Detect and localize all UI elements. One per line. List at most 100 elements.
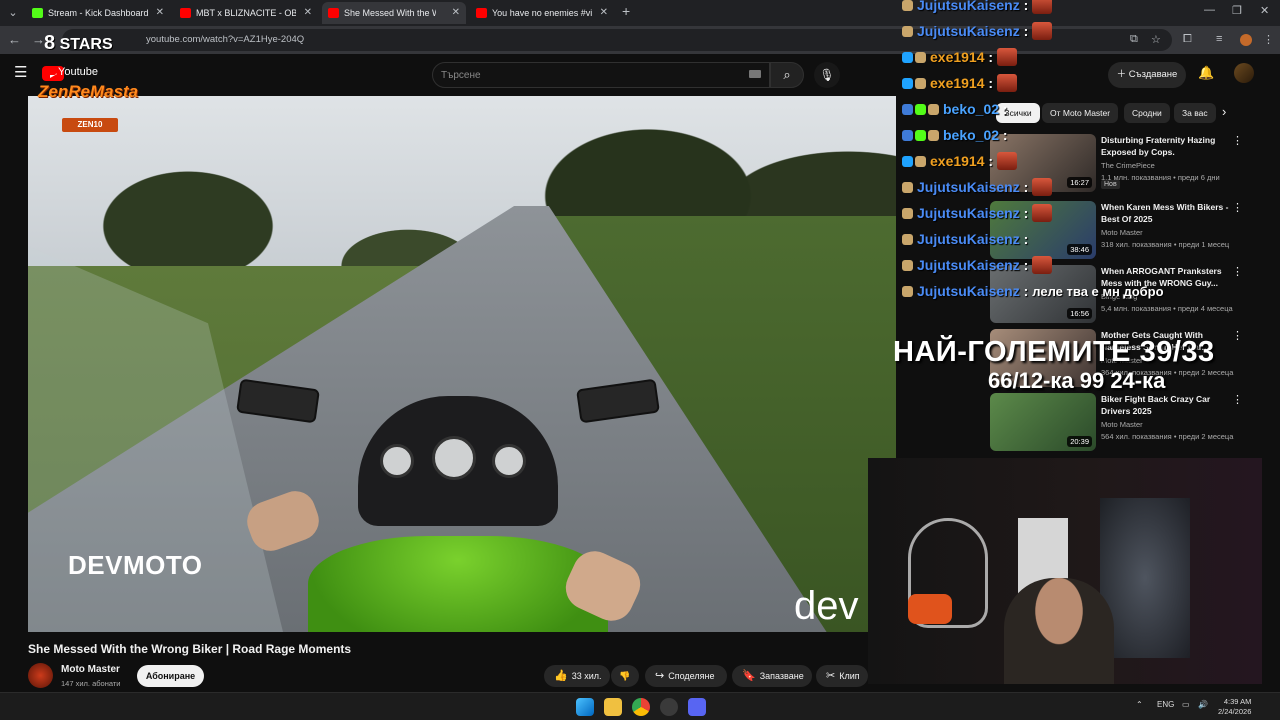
video-watermark: DEVMOTO (68, 550, 203, 580)
back-icon[interactable]: ← (8, 32, 21, 47)
share-icon: ↪ (655, 670, 665, 682)
minimize-icon[interactable]: — (1204, 4, 1215, 16)
language-indicator[interactable]: ENG (1157, 700, 1174, 709)
start-windows-icon[interactable] (576, 698, 594, 716)
channel-avatar[interactable] (28, 663, 53, 688)
browser-menu-icon[interactable]: ⋮ (1263, 33, 1274, 46)
chat-message: JujutsuKaisenz : (902, 200, 1182, 226)
chat-message: exe1914 : (902, 70, 1182, 96)
thumbs-up-icon: 👍 (554, 670, 568, 682)
chat-emote-icon (1032, 256, 1053, 274)
chat-message: beko_02 : (902, 96, 1182, 122)
keyboard-icon[interactable] (749, 70, 761, 78)
chat-separator: : (1019, 0, 1029, 13)
account-avatar[interactable] (1234, 63, 1254, 83)
media-icon[interactable]: ≡ (1216, 33, 1222, 45)
hamburger-menu-icon[interactable]: ☰ (14, 63, 27, 81)
like-button[interactable]: 👍 33 хил. (544, 665, 610, 687)
overlay-youtube-label: Youtube (46, 66, 98, 78)
profile-avatar-icon[interactable] (1240, 34, 1252, 46)
video-player[interactable]: DEVMOTO dev (28, 96, 896, 632)
chat-emote-icon (997, 74, 1018, 92)
chat-username: JujutsuKaisenz (917, 283, 1020, 299)
window-close-icon[interactable]: ✕ (1260, 4, 1269, 17)
chat-emote-icon (1032, 204, 1053, 222)
webcam-orange-object (908, 594, 952, 624)
dislike-button[interactable]: 👎 (611, 665, 639, 687)
save-button[interactable]: 🔖 Запазване (732, 665, 812, 687)
stream-chat-overlay: JujutsuKaisenz : JujutsuKaisenz : exe1914 … (902, 0, 1182, 304)
chat-message: JujutsuKaisenz : (902, 252, 1182, 278)
chat-badge-icon (902, 182, 913, 193)
clip-button[interactable]: ✂ Клип (816, 665, 868, 687)
maximize-icon[interactable]: ❐ (1232, 4, 1242, 17)
share-button[interactable]: ↪ Споделяне (645, 665, 727, 687)
chat-username: JujutsuKaisenz (917, 23, 1020, 39)
file-explorer-icon[interactable] (604, 698, 622, 716)
rec-channel[interactable]: Moto Master (1101, 420, 1143, 429)
motorcycle (236, 378, 668, 632)
chat-separator: : (1019, 231, 1029, 247)
tab-vinland[interactable]: You have no enemies #vinland ✕ (470, 2, 614, 24)
chat-username: JujutsuKaisenz (917, 0, 1020, 13)
more-options-icon[interactable]: ⋮ (1232, 134, 1243, 147)
chat-emote-icon (1032, 22, 1053, 40)
close-icon[interactable]: ✕ (452, 2, 460, 24)
chrome-icon[interactable] (632, 698, 650, 716)
obs-icon[interactable] (660, 698, 678, 716)
rec-title[interactable]: Biker Fight Back Crazy Car Drivers 2025 (1101, 393, 1229, 417)
more-options-icon[interactable]: ⋮ (1232, 201, 1243, 214)
tab-kick-dashboard[interactable]: Stream - Kick Dashboard ✕ (26, 2, 170, 24)
network-icon[interactable]: ▭ (1182, 700, 1190, 709)
microphone-icon: 🎙 (819, 68, 835, 82)
close-icon[interactable]: ✕ (156, 2, 164, 24)
video-thumbnail[interactable]: 20:39 (990, 393, 1096, 451)
more-options-icon[interactable]: ⋮ (1232, 329, 1243, 342)
gauge-center (432, 436, 476, 480)
overlay-brand: ZenReMasta (38, 82, 139, 101)
gauge-left (380, 444, 414, 478)
channel-name[interactable]: Moto Master (61, 664, 120, 675)
system-clock[interactable]: 4:39 AM 2/24/2026 (1218, 697, 1251, 717)
chat-separator: : (984, 75, 994, 91)
tab-search-icon[interactable]: ⌄ (4, 4, 22, 22)
chat-username: JujutsuKaisenz (917, 257, 1020, 273)
more-options-icon[interactable]: ⋮ (1232, 265, 1243, 278)
bookmark-icon: 🔖 (742, 670, 756, 682)
overlay-tag: ZEN10 (62, 118, 118, 132)
chat-message: JujutsuKaisenz : (902, 0, 1182, 18)
chat-text: леле тва е мн добро (1032, 284, 1164, 299)
recommendation-item[interactable]: 20:39 Biker Fight Back Crazy Car Drivers… (990, 393, 1250, 453)
chat-username: exe1914 (930, 49, 985, 65)
tab-she-messed[interactable]: She Messed With the Wrong ✕ (322, 2, 466, 24)
voice-search-button[interactable]: 🎙 (814, 62, 840, 88)
chat-message: JujutsuKaisenz : леле тва е мн добро (902, 278, 1182, 304)
more-options-icon[interactable]: ⋮ (1232, 393, 1243, 406)
new-tab-icon[interactable]: + (622, 3, 630, 19)
youtube-favicon-icon (328, 8, 339, 18)
rec-meta: 5,4 млн. показвания • преди 4 месеца (1101, 304, 1233, 313)
chevron-right-icon[interactable]: › (1222, 104, 1226, 119)
extensions-icon[interactable]: ⧠ (1183, 33, 1192, 46)
tab-mbt-bliznacite[interactable]: MBT x BLIZNACITE - OBOROTI ✕ (174, 2, 318, 24)
subscribe-button[interactable]: Абониране (137, 665, 204, 687)
youtube-favicon-icon (476, 8, 487, 18)
tray-chevron-up-icon[interactable]: ⌃ (1136, 700, 1143, 709)
chat-message: JujutsuKaisenz : (902, 174, 1182, 200)
volume-icon[interactable]: 🔊 (1198, 700, 1208, 709)
discord-icon[interactable] (688, 698, 706, 716)
close-icon[interactable]: ✕ (600, 2, 608, 24)
chat-separator: : (999, 101, 1008, 117)
chat-badge-icon (915, 156, 926, 167)
chat-badge-icon (902, 0, 913, 11)
search-button[interactable]: ⌕ (770, 62, 804, 88)
kick-favicon-icon (32, 8, 43, 18)
chat-separator: : (999, 127, 1008, 143)
close-icon[interactable]: ✕ (304, 2, 312, 24)
chat-badge-icon (915, 130, 926, 141)
notifications-bell-icon[interactable]: 🔔 (1198, 65, 1214, 81)
chat-username: exe1914 (930, 75, 985, 91)
chat-badge-icon (902, 130, 913, 141)
streamer-webcam (868, 458, 1262, 684)
search-input[interactable] (441, 66, 741, 84)
